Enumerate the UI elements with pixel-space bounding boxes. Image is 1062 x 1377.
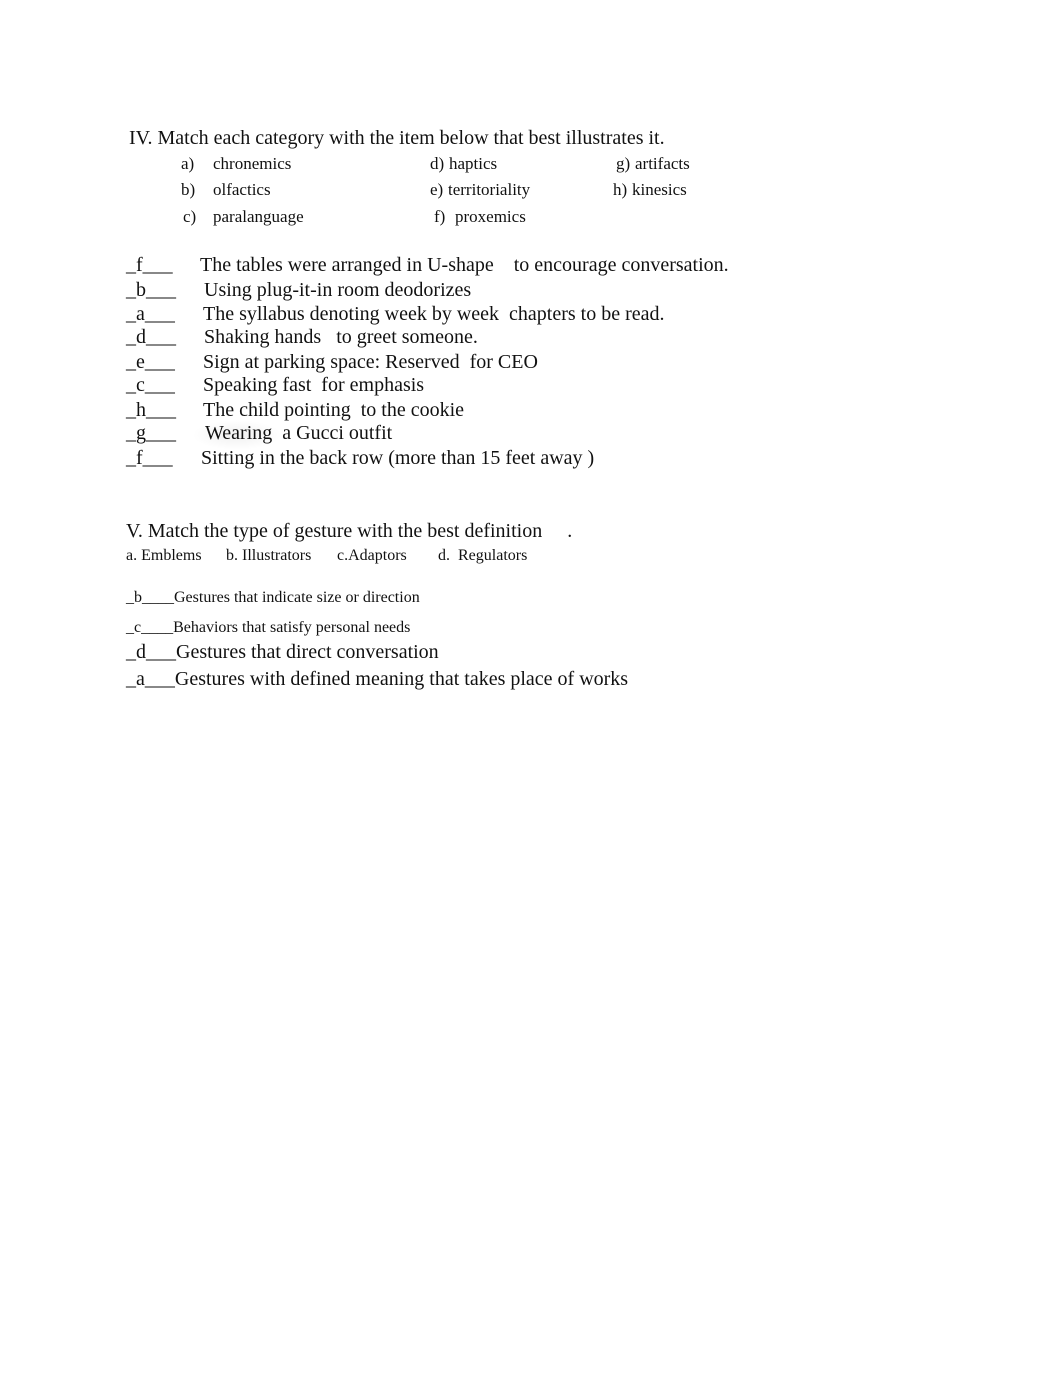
option-d-letter: d): [430, 154, 445, 173]
item-text: Speaking fast for emphasis: [203, 374, 425, 396]
item-answer: _b___: [126, 279, 176, 301]
gesture-option-a: a. Emblems: [126, 547, 202, 564]
item-answer: _f___: [126, 254, 173, 276]
item-answer: _e___: [126, 351, 175, 373]
gesture-item-2: _c____Behaviors that satisfy personal ne…: [126, 619, 411, 636]
gesture-item-1: _b____Gestures that indicate size or dir…: [126, 589, 420, 606]
item-answer: _d___: [126, 326, 176, 348]
item-answer: _a___: [126, 303, 175, 325]
option-e-label: territoriality: [448, 180, 531, 199]
option-b-label: olfactics: [213, 180, 271, 199]
option-b-letter: b): [181, 180, 196, 199]
option-g-label: artifacts: [635, 154, 690, 173]
gesture-option-d: d. Regulators: [438, 547, 528, 564]
option-h-letter: h): [613, 180, 628, 199]
item-answer: _c___: [126, 374, 175, 396]
option-c-label: paralanguage: [213, 207, 304, 226]
option-a-letter: a): [181, 154, 195, 173]
item-text: The tables were arranged in U-shape to e…: [200, 254, 729, 276]
item-text: The syllabus denoting week by week chapt…: [203, 303, 665, 325]
option-c-letter: c): [183, 207, 197, 226]
item-answer: _g___: [126, 422, 176, 444]
item-text: Using plug-it-in room deodorizes: [204, 279, 472, 301]
item-text: Shaking hands to greet someone.: [204, 326, 478, 348]
section-4-heading: IV. Match each category with the item be…: [129, 127, 665, 149]
section-5-heading: V. Match the type of gesture with the be…: [126, 520, 573, 542]
option-a-label: chronemics: [213, 154, 292, 173]
gesture-item-4: _a___Gestures with defined meaning that …: [126, 668, 629, 690]
option-f-label: proxemics: [455, 207, 526, 226]
gesture-option-b: b. Illustrators: [226, 547, 312, 564]
item-text: Sign at parking space: Reserved for CEO: [203, 351, 538, 373]
option-f-letter: f): [434, 207, 446, 226]
option-d-label: haptics: [449, 154, 498, 173]
item-answer: _h___: [126, 399, 176, 421]
item-text: Wearing a Gucci outfit: [205, 422, 393, 444]
option-g-letter: g): [616, 154, 631, 173]
option-h-label: kinesics: [632, 180, 687, 199]
item-text: Sitting in the back row (more than 15 fe…: [201, 447, 595, 469]
item-text: The child pointing to the cookie: [203, 399, 465, 421]
option-e-letter: e): [430, 180, 444, 199]
gesture-item-3: _d___Gestures that direct conversation: [126, 641, 439, 663]
item-answer: _f___: [126, 447, 173, 469]
gesture-option-c: c.Adaptors: [337, 547, 407, 564]
